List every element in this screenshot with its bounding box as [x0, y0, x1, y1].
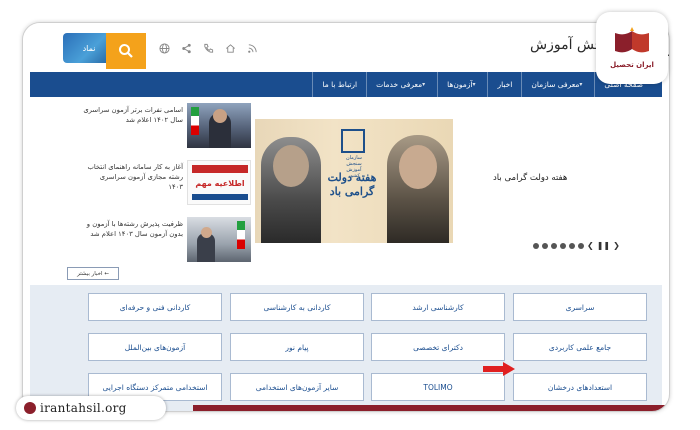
exam-category-button[interactable]: جامع علمی کاربردی	[513, 333, 647, 361]
brand-name: ایران تحصیل	[610, 61, 654, 69]
news-item[interactable]: اطلاعیه مهم آغاز به کار سامانه راهنمای ا…	[83, 160, 251, 217]
more-news-button[interactable]: اخبار بیشتر ←	[67, 267, 119, 280]
exam-category-button[interactable]: سراسری	[513, 293, 647, 321]
exam-category-button[interactable]: TOLIMO	[371, 373, 505, 401]
news-thumbnail[interactable]: اطلاعیه مهم	[187, 160, 251, 205]
news-title[interactable]: ظرفیت پذیرش رشته‌ها با آزمون و بدون آزمو…	[83, 219, 183, 239]
share-icon[interactable]	[179, 41, 193, 55]
exam-category-button[interactable]: کاردانی به کارشناسی	[230, 293, 364, 321]
slide-dot[interactable]	[533, 242, 539, 249]
news-title[interactable]: آغاز به کار سامانه راهنمای انتخاب رشته م…	[83, 162, 183, 192]
nav-item[interactable]: اخبار	[487, 72, 521, 97]
red-arrow-icon	[483, 362, 515, 376]
nav-item-label: آزمون‌ها	[447, 80, 473, 89]
exam-category-button[interactable]: استعدادهای درخشان	[513, 373, 647, 401]
prev-arrow-icon[interactable]: ❮	[587, 241, 594, 250]
emblem-text: نماد	[82, 43, 96, 53]
nav-item-label: اخبار	[497, 80, 513, 89]
slide-dot[interactable]	[569, 242, 575, 249]
chevron-down-icon: ▾	[579, 81, 583, 88]
browser-frame: نماد سازمان سنجش آموزش ک	[22, 22, 670, 412]
bottom-accent-bar	[193, 405, 669, 411]
nav-item-label: معرفی سازمان	[531, 80, 580, 89]
nav-item[interactable]: آزمون‌ها ▾	[437, 72, 487, 97]
book-logo-icon	[615, 27, 649, 53]
search-icon	[119, 44, 133, 58]
search-button[interactable]	[106, 33, 146, 69]
globe-icon[interactable]	[157, 41, 171, 55]
nav-item[interactable]: معرفی خدمات ▾	[366, 72, 437, 97]
home-icon[interactable]	[223, 41, 237, 55]
announcement-label: اطلاعیه مهم	[195, 179, 245, 188]
news-thumbnail[interactable]	[187, 103, 251, 148]
exam-category-button[interactable]: سایر آزمون‌های استخدامی	[230, 373, 364, 401]
exam-category-button[interactable]: دکترای تخصصی	[371, 333, 505, 361]
slide-dot[interactable]	[578, 242, 584, 249]
brand-logo: ایران تحصیل	[596, 12, 668, 84]
main-nav: صفحه اصلی معرفی سازمان ▾ اخبار آزمون‌ها ▾ معرف…	[30, 72, 662, 97]
rss-icon[interactable]	[245, 41, 259, 55]
globe-dot-icon	[24, 402, 36, 414]
exam-category-button[interactable]: کارشناسی ارشد	[371, 293, 505, 321]
slider-controls: ❮ ❚❚ ❯	[533, 241, 620, 250]
slide-title[interactable]: هفته دولت گرامی باد	[493, 173, 567, 183]
top-icon-bar	[157, 41, 259, 55]
exam-category-button[interactable]: کاردانی فنی و حرفه‌ای	[88, 293, 222, 321]
site-url: irantahsil.org	[40, 401, 127, 415]
site-header: نماد سازمان سنجش آموزش ک	[23, 23, 669, 71]
exam-category-button[interactable]: آزمون‌های بین‌الملل	[88, 333, 222, 361]
banner-headline: هفته دولت گرامی باد	[327, 171, 377, 198]
hero-banner[interactable]: سازمان سنجش آموزش کشور هفته دولت گرامی ب…	[255, 119, 453, 243]
nav-item-label: ارتباط با ما	[322, 80, 358, 89]
news-list: اسامی نفرات برتر آزمون سراسری سال ۱۴۰۲ ا…	[83, 103, 251, 274]
exam-category-button[interactable]: پیام نور	[230, 333, 364, 361]
news-item[interactable]: اسامی نفرات برتر آزمون سراسری سال ۱۴۰۲ ا…	[83, 103, 251, 160]
phone-icon[interactable]	[201, 41, 215, 55]
nav-item-label: معرفی خدمات	[376, 80, 423, 89]
site-watermark: irantahsil.org	[16, 396, 166, 420]
next-arrow-icon[interactable]: ❯	[613, 241, 620, 250]
exam-grid: سراسری کارشناسی ارشد کاردانی به کارشناسی کا…	[30, 285, 662, 411]
news-thumbnail[interactable]	[187, 217, 251, 262]
chevron-down-icon: ▾	[472, 81, 476, 88]
nav-item[interactable]: ارتباط با ما	[312, 72, 366, 97]
news-item[interactable]: ظرفیت پذیرش رشته‌ها با آزمون و بدون آزمو…	[83, 217, 251, 274]
chevron-down-icon: ▾	[422, 81, 426, 88]
slide-dot[interactable]	[551, 242, 557, 249]
news-title[interactable]: اسامی نفرات برتر آزمون سراسری سال ۱۴۰۲ ا…	[83, 105, 183, 125]
slide-dot[interactable]	[542, 242, 548, 249]
banner-logo	[341, 129, 365, 153]
nav-item[interactable]: معرفی سازمان ▾	[521, 72, 594, 97]
slide-dot[interactable]	[560, 242, 566, 249]
pause-icon[interactable]: ❚❚	[597, 241, 610, 250]
